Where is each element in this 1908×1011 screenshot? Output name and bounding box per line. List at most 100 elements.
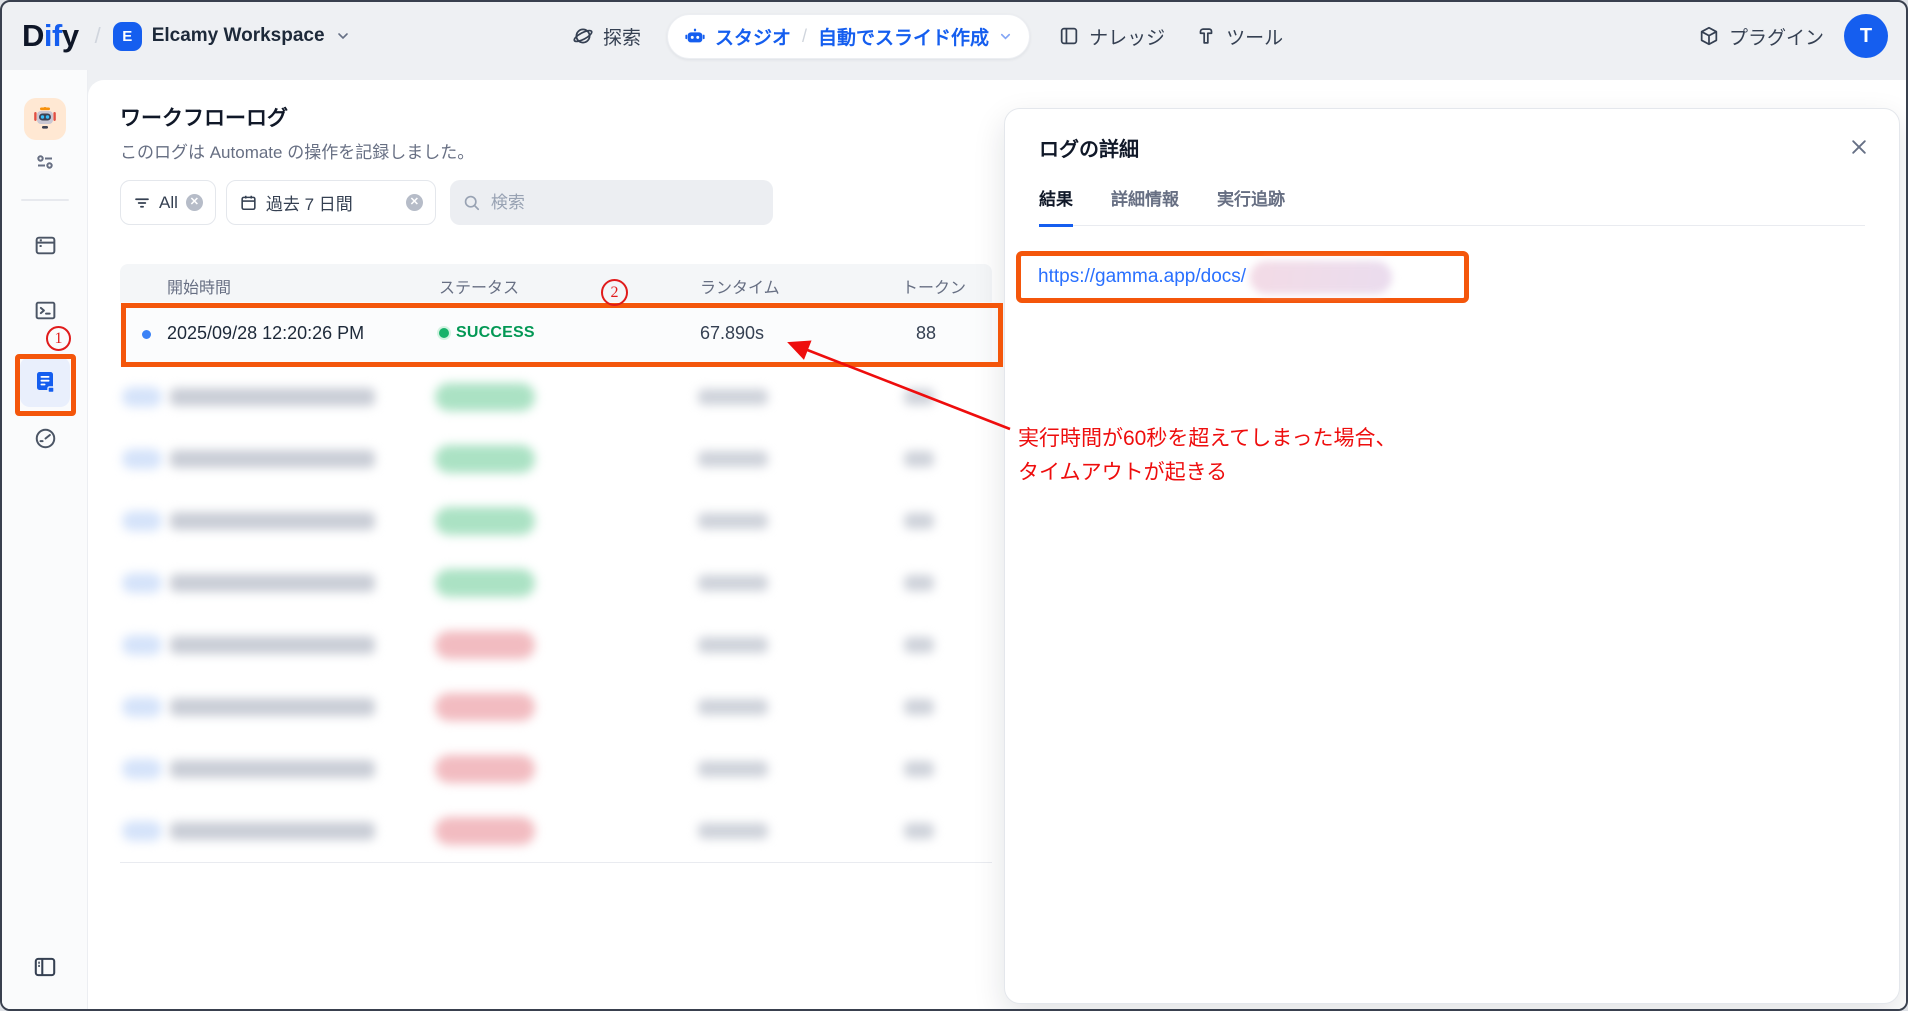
cube-icon (1698, 25, 1720, 47)
robot-icon (684, 25, 706, 47)
workspace-switcher[interactable]: E Elcamy Workspace (113, 22, 351, 51)
workspace-badge: E (113, 22, 142, 51)
clear-period-filter-icon[interactable]: ✕ (406, 194, 423, 211)
clear-status-filter-icon[interactable]: ✕ (186, 194, 203, 211)
blurred-tokens (904, 389, 934, 405)
close-icon (1849, 137, 1869, 157)
close-button[interactable] (1847, 135, 1871, 159)
blurred-runtime (698, 575, 768, 591)
blurred-runtime (698, 761, 768, 777)
table-row-selected[interactable]: 2025/09/28 12:20:26 PM SUCCESS 67.890s 8… (120, 302, 992, 366)
monitoring-gauge-icon (33, 426, 58, 451)
blurred-status-badge (435, 383, 535, 411)
page-title: ワークフローログ (120, 102, 288, 132)
blurred-start-time (170, 636, 375, 654)
cell-start-time: 2025/09/28 12:20:26 PM (167, 323, 364, 344)
status-badge: SUCCESS (456, 324, 535, 342)
sidebar-item-logs[interactable] (2, 357, 88, 407)
app-window-icon (33, 233, 58, 258)
tab-execution-trace[interactable]: 実行追跡 (1217, 185, 1285, 225)
blurred-status-badge (435, 507, 535, 535)
dify-app-window: Dify / E Elcamy Workspace 探索 スタジオ / 自動でス… (0, 0, 1908, 1011)
table-row-blurred[interactable] (120, 490, 992, 552)
blurred-dot (122, 511, 162, 531)
blurred-start-time (170, 760, 375, 778)
blurred-dot (122, 821, 162, 841)
log-detail-panel: ログの詳細 結果 詳細情報 実行追跡 https://gamma.app/doc… (1004, 108, 1900, 1004)
tab-result[interactable]: 結果 (1039, 185, 1073, 227)
result-link[interactable]: https://gamma.app/docs/ (1038, 266, 1246, 288)
redacted-doc-id (1250, 261, 1392, 294)
sidebar-item-api[interactable] (2, 298, 88, 323)
dify-logo: Dify (22, 18, 79, 54)
blurred-runtime (698, 513, 768, 529)
chevron-down-icon[interactable] (998, 29, 1013, 44)
sidebar-collapse-button[interactable] (2, 954, 88, 980)
table-row-blurred[interactable] (120, 800, 992, 862)
tab-detail-info[interactable]: 詳細情報 (1111, 185, 1179, 225)
table-blurred-rows (120, 366, 992, 862)
blurred-start-time (170, 512, 375, 530)
table-row-blurred[interactable] (120, 366, 992, 428)
blurred-tokens (904, 637, 934, 653)
table-body: 2025/09/28 12:20:26 PM SUCCESS 67.890s 8… (120, 302, 992, 863)
table-row-blurred[interactable] (120, 552, 992, 614)
user-avatar[interactable]: T (1844, 14, 1888, 58)
blurred-tokens (904, 451, 934, 467)
blurred-dot (122, 387, 162, 407)
blurred-status-badge (435, 631, 535, 659)
unread-dot (142, 330, 151, 339)
hammer-icon (1195, 25, 1217, 47)
blurred-start-time (170, 450, 375, 468)
blurred-tokens (904, 513, 934, 529)
robot-app-icon (24, 98, 66, 140)
blurred-runtime (698, 823, 768, 839)
blurred-tokens (904, 699, 934, 715)
table-row-blurred[interactable] (120, 614, 992, 676)
filter-funnel-icon (133, 194, 151, 212)
top-header: Dify / E Elcamy Workspace 探索 スタジオ / 自動でス… (2, 2, 1906, 70)
sidebar-divider (21, 199, 69, 201)
sidebar-item-orchestrate[interactable] (2, 150, 88, 174)
blurred-runtime (698, 699, 768, 715)
table-row-blurred[interactable] (120, 738, 992, 800)
sidebar-item-preview[interactable] (2, 233, 88, 258)
period-filter[interactable]: 過去 7 日間 ✕ (226, 180, 436, 225)
nav-plugins[interactable]: プラグイン (1698, 23, 1824, 50)
sidebar-item-monitoring[interactable] (2, 426, 88, 451)
blurred-tokens (904, 761, 934, 777)
blurred-dot (122, 697, 162, 717)
blurred-status-badge (435, 693, 535, 721)
nav-knowledge[interactable]: ナレッジ (1058, 23, 1165, 50)
nav-explore[interactable]: 探索 (572, 23, 641, 50)
col-status: ステータス (439, 274, 519, 298)
breadcrumb-separator: / (95, 23, 101, 49)
blurred-runtime (698, 451, 768, 467)
cell-status: SUCCESS (439, 324, 535, 342)
nav-current-app[interactable]: 自動でスライド作成 (818, 23, 989, 50)
sidebar-item-app[interactable] (2, 98, 88, 140)
table-row-blurred[interactable] (120, 428, 992, 490)
logs-icon (31, 368, 59, 396)
table-row-blurred[interactable] (120, 676, 992, 738)
search-input[interactable] (489, 192, 739, 214)
blurred-status-badge (435, 817, 535, 845)
status-filter[interactable]: All ✕ (120, 180, 216, 225)
blurred-start-time (170, 574, 375, 592)
blurred-dot (122, 635, 162, 655)
blurred-tokens (904, 823, 934, 839)
blurred-status-badge (435, 445, 535, 473)
blurred-start-time (170, 822, 375, 840)
col-runtime: ランタイム (700, 274, 780, 298)
blurred-dot (122, 759, 162, 779)
chevron-down-icon (335, 28, 351, 44)
blurred-status-badge (435, 755, 535, 783)
nav-studio[interactable]: スタジオ (715, 23, 791, 50)
blurred-status-badge (435, 569, 535, 597)
nav-tools[interactable]: ツール (1195, 23, 1283, 50)
orchestrate-sliders-icon (33, 150, 57, 174)
blurred-runtime (698, 637, 768, 653)
panel-tabs: 結果 詳細情報 実行追跡 (1039, 185, 1865, 226)
book-icon (1058, 25, 1080, 47)
api-terminal-icon (33, 298, 58, 323)
